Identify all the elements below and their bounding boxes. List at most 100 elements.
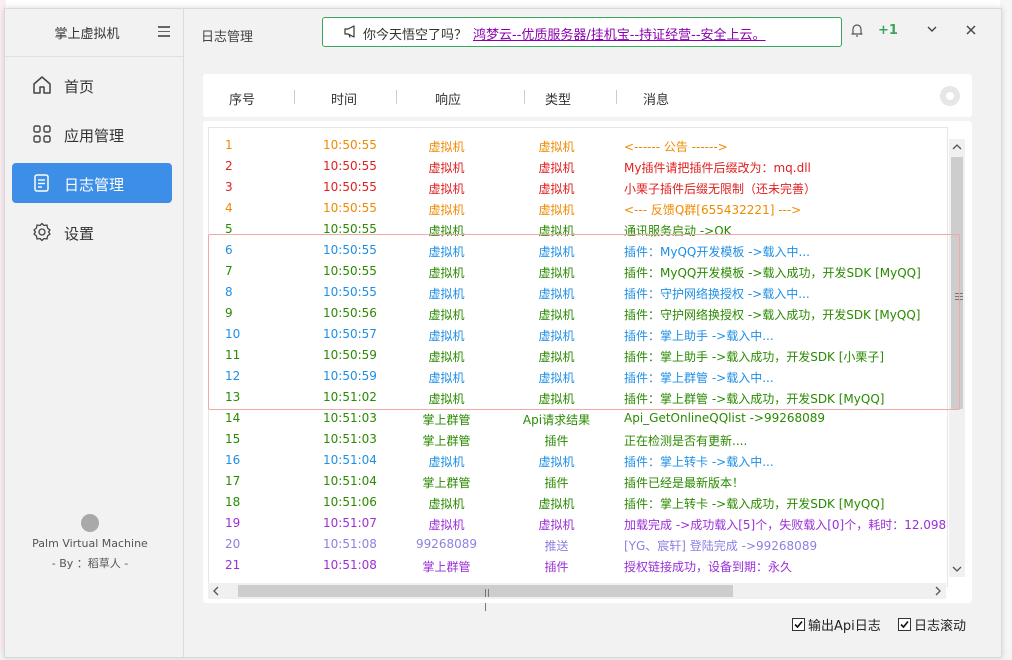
column-header-message[interactable]: 消息 [643,89,669,108]
log-message: 正在检测是否有更新.... [624,434,748,448]
log-response: 虚拟机 [428,182,465,196]
log-row[interactable]: 11 10:50:59 虚拟机 虚拟机 插件：掌上助手 ->载入成功，开发SDK [小栗… [209,345,947,366]
close-icon[interactable] [965,24,977,36]
log-row[interactable]: 2 10:50:55 虚拟机 虚拟机 My插件请把插件后缀改为：mq.dll [209,156,947,177]
log-row[interactable]: 14 10:51:03 掌上群管 Api请求结果 Api_GetOnlineQQlist… [209,408,947,429]
log-row[interactable]: 8 10:50:55 虚拟机 虚拟机 插件：守护网络换授权 ->载入中... [209,282,947,303]
vertical-scrollbar[interactable] [949,139,965,577]
log-row[interactable]: 10 10:50:57 虚拟机 虚拟机 插件：掌上助手 ->载入中... [209,324,947,345]
log-time: 10:50:55 [323,243,377,257]
menu-toggle-icon[interactable] [158,26,170,40]
scroll-left-arrow-icon[interactable] [208,583,224,599]
footer-app-name: Palm Virtual Machine [32,537,148,550]
log-index: 20 [225,537,241,551]
log-row[interactable]: 7 10:50:55 虚拟机 虚拟机 插件：MyQQ开发模板 ->载入成功，开发SDK … [209,261,947,282]
column-header-response[interactable]: 响应 [435,89,461,108]
log-response: 掌上群管 [422,413,471,427]
column-header-time[interactable]: 时间 [331,89,357,108]
log-message: 插件：MyQQ开发模板 ->载入中... [624,245,810,259]
log-type: 虚拟机 [538,287,575,301]
app-window: 掌上虚拟机 首页 应用管理 日志管理 设置 Palm Virtual Machi… [4,8,1002,658]
log-time: 10:50:55 [323,222,377,236]
log-message: 插件：掌上转卡 ->载入中... [624,455,774,469]
scroll-right-arrow-icon[interactable] [930,583,946,599]
gear-icon [33,222,51,242]
log-index: 7 [225,264,233,278]
scroll-up-arrow-icon[interactable] [949,139,965,155]
megaphone-icon [344,25,355,38]
log-message: 插件：掌上群管 ->载入成功，开发SDK [MyQQ] [624,392,885,406]
log-index: 12 [225,369,241,383]
log-response: 虚拟机 [428,161,465,175]
log-row[interactable]: 20 10:51:08 99268089 推送 [YG、宸轩] 登陆完成 ->99268… [209,534,947,555]
log-row[interactable]: 4 10:50:55 虚拟机 虚拟机 <--- 反馈Q群[655432221] ---> [209,198,947,219]
column-separator [524,90,525,104]
log-response: 虚拟机 [428,245,465,259]
log-time: 10:50:56 [323,306,377,320]
checkbox-checked-icon[interactable] [898,618,911,631]
log-response: 掌上群管 [422,560,471,574]
log-response: 掌上群管 [422,434,471,448]
log-response: 虚拟机 [428,308,465,322]
scroll-down-arrow-icon[interactable] [949,561,965,577]
output-api-log-checkbox[interactable]: 输出Api日志 [792,615,881,634]
log-message: 插件：掌上转卡 ->载入成功，开发SDK [MyQQ] [624,497,885,511]
sidebar-item-label: 日志管理 [64,176,125,194]
log-response: 掌上群管 [422,476,471,490]
log-row[interactable]: 21 10:51:08 掌上群管 插件 授权链接成功，设备到期：永久 [209,555,947,576]
log-message: Api_GetOnlineQQlist ->99268089 [624,411,826,425]
log-type: 虚拟机 [538,518,575,532]
column-header-type[interactable]: 类型 [545,89,571,108]
log-row[interactable]: 15 10:51:03 掌上群管 插件 正在检测是否有更新.... [209,429,947,450]
log-index: 19 [225,516,241,530]
log-message: 授权链接成功，设备到期：永久 [624,560,793,574]
log-row[interactable]: 1 10:50:55 虚拟机 虚拟机 <------ 公告 ------> [209,135,947,156]
log-list[interactable]: 1 10:50:55 虚拟机 虚拟机 <------ 公告 ------> 2 10:50:… [208,127,948,587]
sidebar-item-home[interactable]: 首页 [12,65,172,105]
vertical-scrollbar-thumb[interactable] [951,157,963,409]
log-row[interactable]: 19 10:51:07 虚拟机 虚拟机 加载完成 ->成功载入[5]个，失败载入[0]个… [209,513,947,534]
log-row[interactable]: 3 10:50:55 虚拟机 虚拟机 小栗子插件后缀无限制（还未完善） [209,177,947,198]
bell-icon[interactable] [851,23,863,37]
log-type: 虚拟机 [538,350,575,364]
log-time: 10:50:55 [323,264,377,278]
log-row[interactable]: 13 10:51:02 虚拟机 虚拟机 插件：掌上群管 ->载入成功，开发SDK [My… [209,387,947,408]
log-scroll-checkbox[interactable]: 日志滚动 [898,615,966,634]
column-separator [396,90,397,104]
clear-log-icon[interactable] [940,86,960,106]
log-response: 虚拟机 [428,371,465,385]
notification-badge[interactable]: +1 [878,23,898,38]
sidebar-item-settings[interactable]: 设置 [12,212,172,252]
log-response: 虚拟机 [428,266,465,280]
log-response: 虚拟机 [428,455,465,469]
log-message: <------ 公告 ------> [624,140,728,154]
log-row[interactable]: 17 10:51:04 掌上群管 插件 插件已经是最新版本！ [209,471,947,492]
log-index: 14 [225,411,241,425]
log-message: 插件：掌上助手 ->载入成功，开发SDK [小栗子] [624,350,885,364]
sidebar-item-label: 设置 [64,225,95,243]
log-index: 18 [225,495,241,509]
notice-link[interactable]: 鸿梦云--优质服务器/挂机宝--持证经营--安全上云。 [473,24,766,43]
sidebar-item-apps[interactable]: 应用管理 [12,114,172,154]
log-type: 虚拟机 [538,182,575,196]
sidebar-item-logs[interactable]: 日志管理 [12,163,172,203]
scroll-grip-icon [485,586,493,611]
log-index: 4 [225,201,233,215]
scroll-grip-icon [955,293,963,302]
chevron-down-icon[interactable] [926,24,938,34]
log-row[interactable]: 18 10:51:06 虚拟机 虚拟机 插件：掌上转卡 ->载入成功，开发SDK [My… [209,492,947,513]
checkbox-checked-icon[interactable] [792,618,805,631]
checkbox-label: 输出Api日志 [808,619,881,634]
log-row[interactable]: 9 10:50:56 虚拟机 虚拟机 插件：守护网络换授权 ->载入成功，开发SDK [… [209,303,947,324]
column-header-index[interactable]: 序号 [229,89,255,108]
log-type: 虚拟机 [538,455,575,469]
log-type: 虚拟机 [538,392,575,406]
log-row[interactable]: 16 10:51:04 虚拟机 虚拟机 插件：掌上转卡 ->载入中... [209,450,947,471]
horizontal-scrollbar[interactable] [208,583,946,611]
log-row[interactable]: 12 10:50:59 虚拟机 虚拟机 插件：掌上群管 ->载入中... [209,366,947,387]
log-row[interactable]: 5 10:50:55 虚拟机 虚拟机 通讯服务启动 ->OK [209,219,947,240]
log-type: 虚拟机 [538,371,575,385]
log-response: 虚拟机 [428,287,465,301]
log-index: 17 [225,474,241,488]
log-row[interactable]: 6 10:50:55 虚拟机 虚拟机 插件：MyQQ开发模板 ->载入中... [209,240,947,261]
